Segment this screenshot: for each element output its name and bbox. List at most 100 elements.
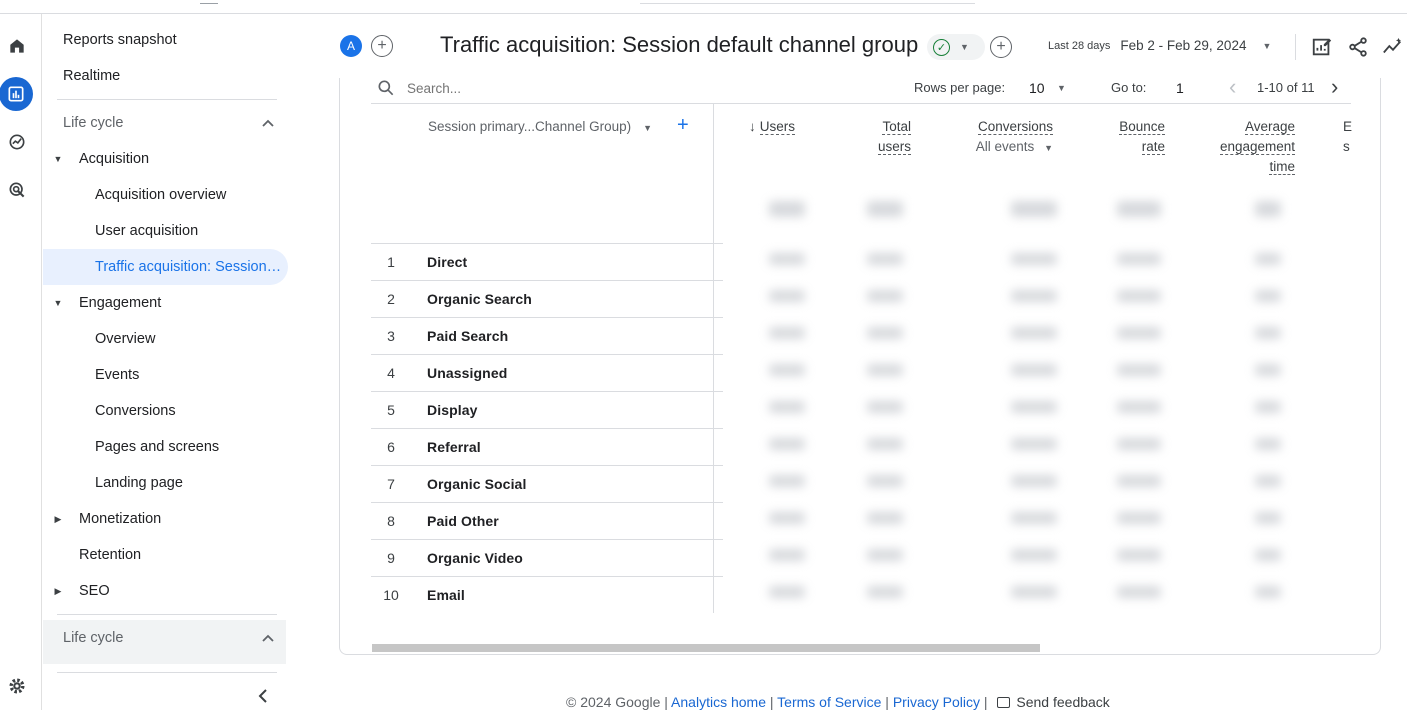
analytics-home-link[interactable]: Analytics home <box>671 694 766 710</box>
search-icon[interactable] <box>376 78 396 98</box>
row-index: 2 <box>387 291 395 307</box>
metric-header-truncated[interactable]: E s <box>1343 117 1355 157</box>
nav-pages-and-screens[interactable]: Pages and screens <box>95 429 219 465</box>
table-row[interactable]: 10 Email <box>371 576 723 613</box>
status-dropdown[interactable]: ✓ ▼ <box>927 34 985 60</box>
row-channel-name: Display <box>427 402 478 418</box>
feedback-icon <box>997 697 1011 708</box>
caret-down-icon: ▼ <box>960 42 969 52</box>
blurred-value <box>1011 253 1057 265</box>
nav-overview[interactable]: Overview <box>95 321 155 357</box>
blurred-value <box>1117 401 1161 413</box>
send-feedback-button[interactable]: Send feedback <box>991 694 1110 710</box>
blurred-value <box>867 586 903 598</box>
row-index: 4 <box>387 365 395 381</box>
nav-conversions[interactable]: Conversions <box>95 393 176 429</box>
caret-down-icon[interactable]: ▼ <box>1057 78 1066 98</box>
terms-link[interactable]: Terms of Service <box>777 694 881 710</box>
row-index: 6 <box>387 439 395 455</box>
blurred-value <box>769 438 805 450</box>
add-comparison-icon[interactable]: + <box>371 35 393 57</box>
next-page-icon[interactable]: › <box>1331 78 1338 98</box>
horizontal-scrollbar[interactable] <box>372 644 1040 652</box>
caret-down-icon[interactable]: ▼ <box>53 141 63 177</box>
blurred-value <box>867 253 903 265</box>
metric-header-total-users[interactable]: Total users <box>851 117 911 157</box>
nav-section-life-cycle[interactable]: Life cycle <box>63 105 123 141</box>
blurred-value <box>1255 364 1281 376</box>
row-index: 1 <box>387 254 395 270</box>
blurred-value <box>1117 438 1161 450</box>
table-row[interactable]: 1 Direct <box>371 243 723 280</box>
table-row[interactable]: 5 Display <box>371 391 723 428</box>
advertising-icon[interactable] <box>3 176 31 204</box>
rows-per-page-label: Rows per page: <box>914 80 1006 95</box>
prev-page-icon[interactable]: ‹ <box>1229 78 1236 98</box>
table-row[interactable]: 3 Paid Search <box>371 317 723 354</box>
caret-down-icon[interactable]: ▼ <box>53 285 63 321</box>
nav-section-life-cycle-2[interactable]: Life cycle <box>63 620 123 656</box>
collapse-nav-icon[interactable] <box>253 684 273 708</box>
row-index: 7 <box>387 476 395 492</box>
nav-monetization[interactable]: Monetization <box>79 501 161 537</box>
date-range-picker[interactable]: Last 28 days Feb 2 - Feb 29, 2024 ▼ <box>1048 38 1271 53</box>
comparison-avatar[interactable]: A <box>340 35 362 57</box>
settings-icon[interactable] <box>3 672 31 700</box>
goto-label: Go to: <box>1111 80 1147 95</box>
table-row[interactable]: 9 Organic Video <box>371 539 723 576</box>
blurred-value <box>1117 586 1161 598</box>
add-filter-icon[interactable]: + <box>990 36 1012 58</box>
goto-input[interactable]: 1 <box>1176 78 1184 98</box>
nav-acquisition-overview[interactable]: Acquisition overview <box>95 177 226 213</box>
nav-traffic-acquisition[interactable]: Traffic acquisition: Session default cha… <box>43 249 288 285</box>
chevron-up-icon[interactable] <box>261 105 275 141</box>
nav-engagement[interactable]: Engagement <box>79 285 161 321</box>
privacy-link[interactable]: Privacy Policy <box>893 694 980 710</box>
blurred-value <box>1255 201 1281 217</box>
blurred-value <box>1255 401 1281 413</box>
metric-header-users[interactable]: ↓ Users <box>749 117 796 137</box>
nav-user-acquisition[interactable]: User acquisition <box>95 213 198 249</box>
check-circle-icon: ✓ <box>933 38 950 56</box>
blurred-value <box>1011 586 1057 598</box>
edit-report-icon[interactable] <box>1309 34 1335 60</box>
chevron-up-icon[interactable] <box>261 620 275 656</box>
table-row[interactable]: 2 Organic Search <box>371 280 723 317</box>
dimension-header[interactable]: Session primary...Channel Group) ▼ <box>428 119 652 134</box>
nav-reports-snapshot[interactable]: Reports snapshot <box>63 22 177 58</box>
nav-events[interactable]: Events <box>95 357 139 393</box>
table-row[interactable]: 7 Organic Social <box>371 465 723 502</box>
add-dimension-icon[interactable]: + <box>677 115 689 135</box>
nav-realtime[interactable]: Realtime <box>63 58 120 94</box>
rows-per-page-select[interactable]: 10 <box>1029 78 1045 98</box>
share-icon[interactable] <box>1345 34 1371 60</box>
table-row[interactable]: 6 Referral <box>371 428 723 465</box>
row-channel-name: Email <box>427 587 465 603</box>
page-title: Traffic acquisition: Session default cha… <box>440 32 919 57</box>
caret-right-icon[interactable]: ▶ <box>53 501 63 537</box>
table-row[interactable]: 4 Unassigned <box>371 354 723 391</box>
blurred-value <box>1255 290 1281 302</box>
metric-header-avg-engagement[interactable]: Average engagement time <box>1203 117 1295 177</box>
nav-landing-page[interactable]: Landing page <box>95 465 183 501</box>
row-channel-name: Paid Search <box>427 328 509 344</box>
reports-icon[interactable] <box>0 77 33 111</box>
nav-retention[interactable]: Retention <box>79 537 141 573</box>
blurred-value <box>1011 401 1057 413</box>
insights-icon[interactable] <box>1380 34 1406 60</box>
row-channel-name: Direct <box>427 254 468 270</box>
nav-acquisition[interactable]: Acquisition <box>79 141 149 177</box>
blurred-value <box>769 327 805 339</box>
search-input[interactable] <box>407 78 607 98</box>
metric-header-conversions[interactable]: Conversions All events ▼ <box>961 117 1053 158</box>
nav-seo[interactable]: SEO <box>79 573 110 609</box>
metric-header-bounce-rate[interactable]: Bounce rate <box>1105 117 1165 157</box>
blurred-value <box>1011 290 1057 302</box>
caret-right-icon[interactable]: ▶ <box>53 573 63 609</box>
blurred-value <box>1011 512 1057 524</box>
explore-icon[interactable] <box>3 128 31 156</box>
blurred-value <box>1117 512 1161 524</box>
top-strip <box>0 0 1407 14</box>
home-icon[interactable] <box>3 32 31 60</box>
table-row[interactable]: 8 Paid Other <box>371 502 723 539</box>
